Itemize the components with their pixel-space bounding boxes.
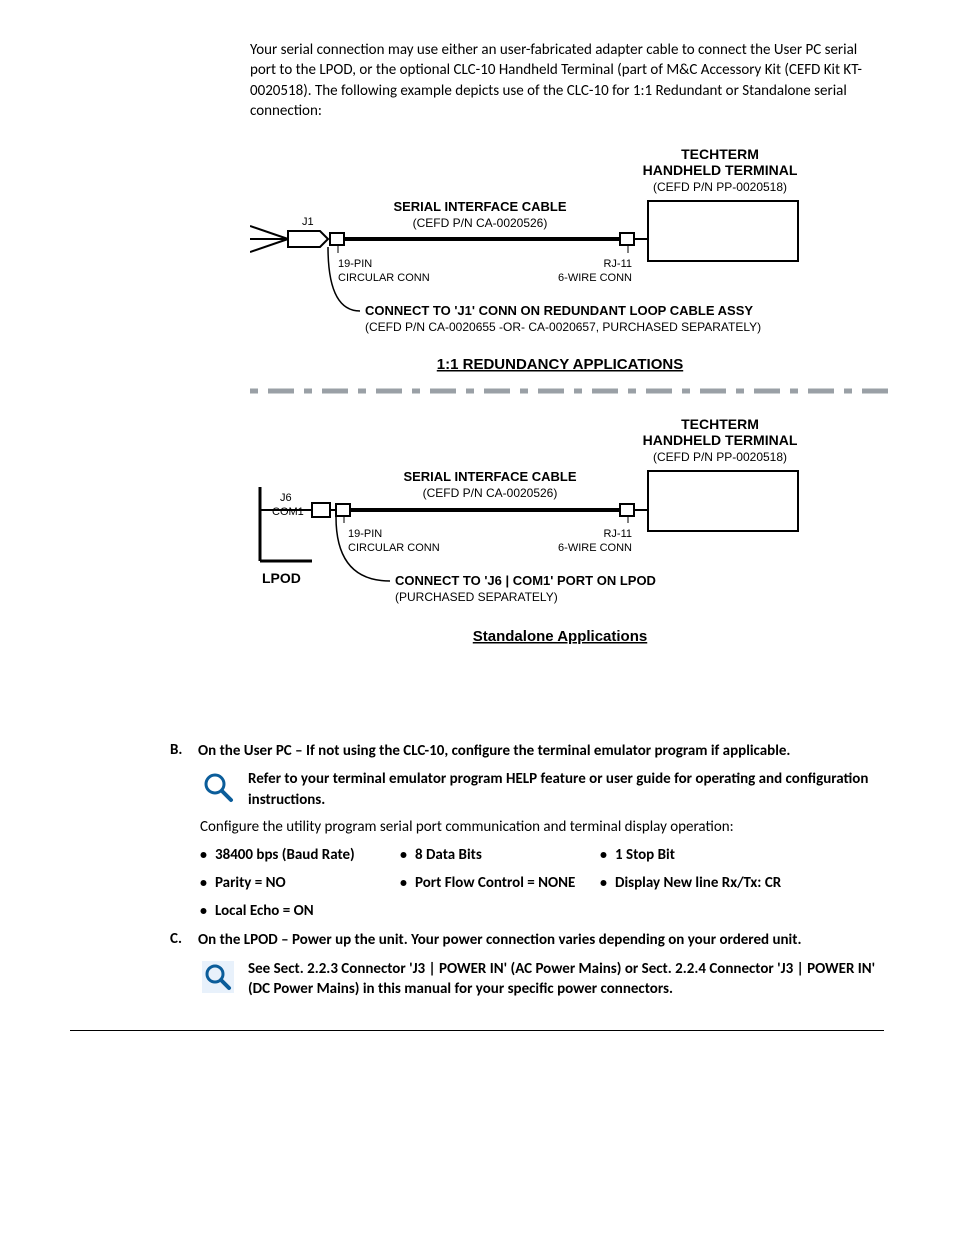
lpod-label: LPOD <box>262 570 301 586</box>
magnifier-icon <box>200 769 248 810</box>
diagram-serial-title-2: SERIAL INTERFACE CABLE <box>403 469 576 484</box>
bullet-flow: •Port Flow Control = NONE <box>400 874 600 892</box>
serial-settings-grid: •38400 bps (Baud Rate) •8 Data Bits •1 S… <box>200 846 884 920</box>
item-c: C. On the LPOD – Power up the unit. Your… <box>170 930 884 950</box>
conn-rj11-icon-1 <box>620 233 634 245</box>
bullet-stopbit: •1 Stop Bit <box>600 846 820 864</box>
svg-text:CIRCULAR CONN: CIRCULAR CONN <box>348 542 440 554</box>
svg-text:RJ-11: RJ-11 <box>603 528 632 540</box>
footer-rule <box>70 1030 884 1031</box>
connect-j6-text: CONNECT TO 'J6 | COM1' PORT ON LPOD <box>395 573 656 588</box>
connect-j1-text: CONNECT TO 'J1' CONN ON REDUNDANT LOOP C… <box>365 303 753 318</box>
svg-text:RJ-11: RJ-11 <box>603 258 632 270</box>
bullet-baud: •38400 bps (Baud Rate) <box>200 846 400 864</box>
bullet-databits: •8 Data Bits <box>400 846 600 864</box>
callout-b: Refer to your terminal emulator program … <box>200 769 884 810</box>
connection-diagram: TECHTERM HANDHELD TERMINAL (CEFD P/N PP-… <box>250 141 884 716</box>
callout-c: See Sect. 2.2.3 Connector 'J3 | POWER IN… <box>200 959 884 1000</box>
item-b: B. On the User PC – If not using the CLC… <box>170 741 884 761</box>
connect-j1-sub: (CEFD P/N CA-0020655 -OR- CA-0020657, PU… <box>365 320 761 334</box>
item-b-marker: B. <box>170 741 198 761</box>
callout-b-text: Refer to your terminal emulator program … <box>248 769 884 810</box>
callout-c-text: See Sect. 2.2.3 Connector 'J3 | POWER IN… <box>248 959 884 1000</box>
diagram-techterm-title-2: TECHTERM <box>681 416 759 432</box>
diagram-techterm-sub-2: HANDHELD TERMINAL <box>643 432 798 448</box>
diagram-serial-pn-2: (CEFD P/N CA-0020526) <box>423 486 558 500</box>
bullet-parity: •Parity = NO <box>200 874 400 892</box>
techterm-box-1 <box>648 201 798 261</box>
item-b-lead: On the User PC – If not using the CLC-10… <box>198 742 790 760</box>
item-c-lead: On the LPOD – Power up the unit. Your po… <box>198 931 801 949</box>
diagram-techterm-sub: HANDHELD TERMINAL <box>643 162 798 178</box>
diagram-techterm-title: TECHTERM <box>681 146 759 162</box>
item-c-marker: C. <box>170 930 198 950</box>
svg-text:19-PIN: 19-PIN <box>338 258 372 270</box>
diagram-svg: TECHTERM HANDHELD TERMINAL (CEFD P/N PP-… <box>250 141 890 711</box>
connect-j6-sub: (PURCHASED SEPARATELY) <box>395 590 558 604</box>
com1-label: COM1 <box>272 506 304 518</box>
diagram-serial-title-1: SERIAL INTERFACE CABLE <box>393 199 566 214</box>
diagram-serial-pn-1: (CEFD P/N CA-0020526) <box>413 216 548 230</box>
svg-text:6-WIRE CONN: 6-WIRE CONN <box>558 542 632 554</box>
j1-label: J1 <box>302 216 314 228</box>
svg-text:19-PIN: 19-PIN <box>348 528 382 540</box>
heading-redundancy: 1:1 REDUNDANCY APPLICATIONS <box>437 356 683 373</box>
config-line: Configure the utility program serial por… <box>200 818 884 836</box>
magnifier-icon <box>200 959 248 1000</box>
j1-connector-icon <box>250 226 328 252</box>
intro-paragraph: Your serial connection may use either an… <box>250 40 884 121</box>
diagram-techterm-pn: (CEFD P/N PP-0020518) <box>653 180 787 194</box>
conn-19pin-icon <box>330 233 344 245</box>
bullet-newline: •Display New line Rx/Tx: CR <box>600 874 820 892</box>
svg-text:CIRCULAR CONN: CIRCULAR CONN <box>338 272 430 284</box>
diagram-techterm-pn-2: (CEFD P/N PP-0020518) <box>653 450 787 464</box>
techterm-box-2 <box>648 471 798 531</box>
j6-label: J6 <box>280 492 292 504</box>
lpod-block-icon <box>260 487 330 561</box>
svg-text:6-WIRE CONN: 6-WIRE CONN <box>558 272 632 284</box>
heading-standalone: Standalone Applications <box>473 628 647 645</box>
bullet-echo: •Local Echo = ON <box>200 902 400 920</box>
